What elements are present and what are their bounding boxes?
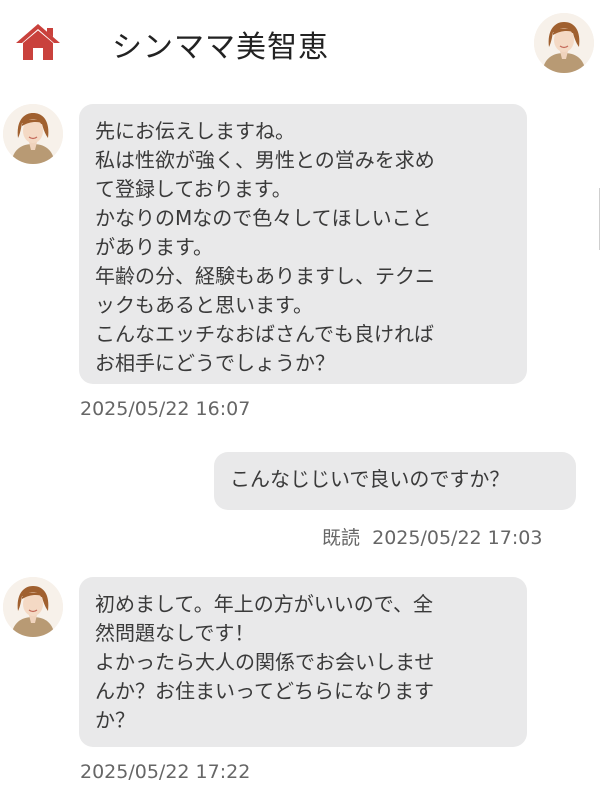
message-text-line: て登録しております。 xyxy=(95,177,292,201)
partner-avatar[interactable] xyxy=(3,577,63,637)
message-text-line: 私は性欲が強く、男性との営みを求め xyxy=(95,148,435,172)
message-timestamp: 2025/05/22 16:07 xyxy=(80,398,251,420)
message-text-line: よかったら大人の関係でお会いしませ xyxy=(95,650,435,674)
partner-avatar[interactable] xyxy=(3,104,63,164)
message-text-line: があります。 xyxy=(95,235,213,259)
message-meta: 既読 2025/05/22 17:03 xyxy=(322,523,542,550)
message-text-line: ックもあると思います。 xyxy=(95,293,313,317)
home-button[interactable] xyxy=(14,22,62,62)
message-timestamp: 2025/05/22 17:22 xyxy=(80,761,251,783)
message-text-line: 年齢の分、経験もありますし、テクニ xyxy=(95,264,435,288)
message-text-line: 然問題なしです！ xyxy=(95,621,255,645)
page-title: シンママ美智恵 xyxy=(112,30,329,65)
message-text-line: こんなじじいで良いのですか？ xyxy=(230,467,510,491)
profile-photo xyxy=(3,104,63,164)
message-timestamp: 2025/05/22 17:03 xyxy=(372,527,543,549)
message-text-line: お相手にどうでしょうか？ xyxy=(95,351,335,375)
message-text-line: こんなエッチなおばさんでも良ければ xyxy=(95,322,434,346)
header-avatar[interactable] xyxy=(534,13,594,73)
message-text-line: 初めまして。年上の方がいいので、全 xyxy=(95,592,433,616)
message-bubble-sent: こんなじじいで良いのですか？ xyxy=(214,452,576,510)
message-text-line: んか？お住まいってどちらになります xyxy=(95,679,434,703)
message-text-line: 先にお伝えしますね。 xyxy=(95,119,295,143)
message-text-line: か？ xyxy=(95,708,135,732)
scroll-edge xyxy=(596,188,600,250)
profile-photo xyxy=(3,577,63,637)
message-text-line: かなりのMなので色々してほしいこと xyxy=(95,206,432,230)
message-bubble-received: 初めまして。年上の方がいいので、全 然問題なしです！ よかったら大人の関係でお会… xyxy=(79,577,527,747)
home-icon xyxy=(16,24,60,60)
chat-header: シンママ美智恵 xyxy=(0,0,600,88)
profile-photo xyxy=(534,13,594,73)
message-bubble-received: 先にお伝えしますね。 私は性欲が強く、男性との営みを求め て登録しております。 … xyxy=(79,104,527,384)
read-status: 既読 xyxy=(322,527,361,549)
